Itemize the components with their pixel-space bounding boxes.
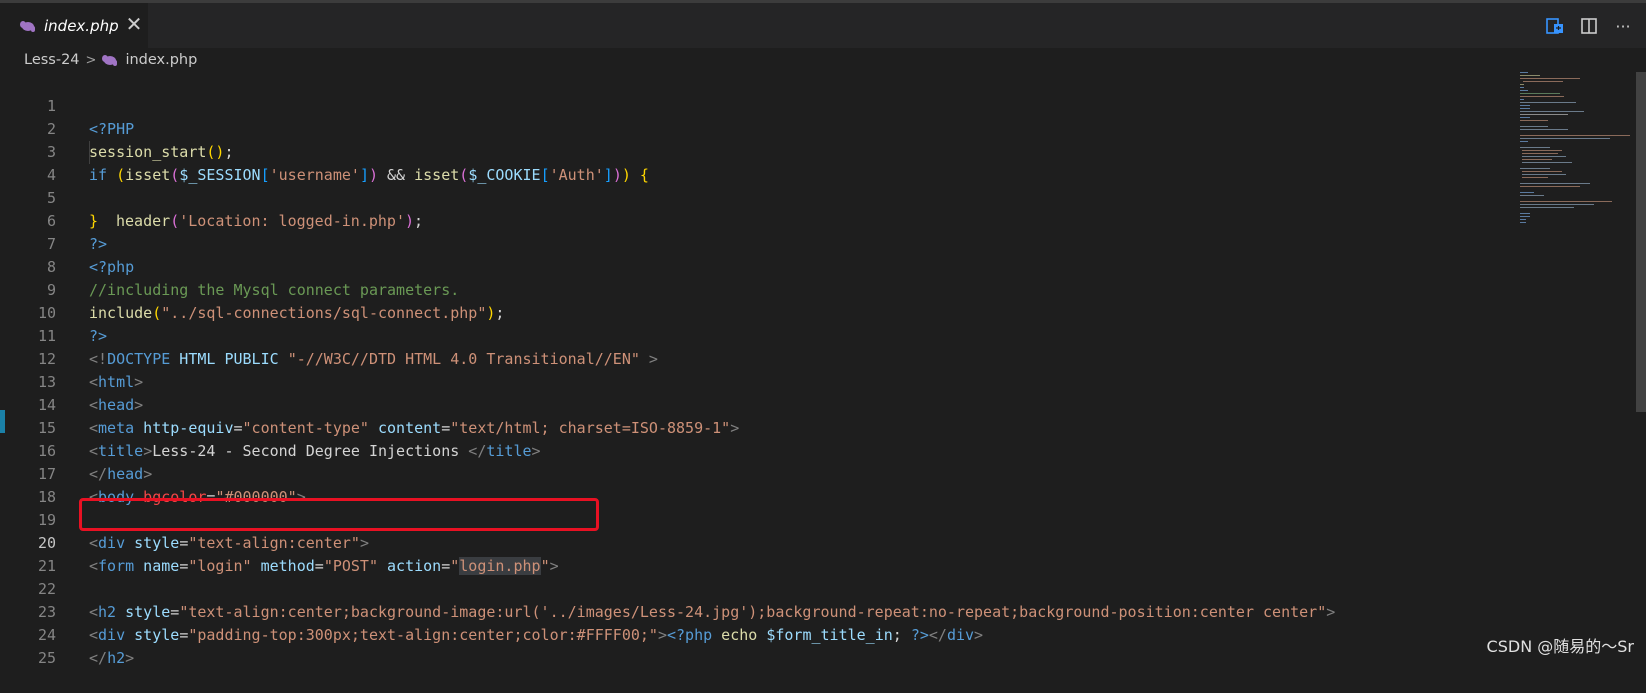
code-line: 8 //including the Mysql connect paramete… — [0, 233, 1540, 299]
minimap[interactable] — [1520, 72, 1640, 272]
code-line: 3 if (isset($_SESSION['username']) && is… — [0, 118, 1540, 184]
tab-title: index.php — [44, 16, 119, 35]
code-line: 25 — [0, 624, 1540, 667]
code-line: 1 <?PHP — [0, 72, 1540, 138]
tag-bracket: </ — [89, 649, 108, 667]
code-line: 4 header('Location: logged-in.php'); — [0, 141, 1540, 230]
line-number: 25 — [37, 649, 56, 667]
breadcrumb: Less-24 > index.php — [0, 48, 1646, 72]
code-editor[interactable]: 1 <?PHP 2 session_start(); 3 if (isset($… — [0, 72, 1646, 669]
breadcrumb-file[interactable]: index.php — [125, 52, 197, 68]
code-line: 21 — [0, 532, 1540, 575]
tag-bracket: > — [125, 649, 135, 667]
code-line: 10 ?> — [0, 279, 1540, 345]
chevron-right-icon: > — [85, 52, 97, 68]
editor-actions: ··· — [1544, 13, 1634, 39]
vertical-scrollbar[interactable] — [1636, 72, 1646, 412]
code-line: 7 <?php — [0, 210, 1540, 276]
code-line: 12 <html> — [0, 325, 1540, 391]
code-line: 22 <h2 style="text-align:center;backgrou… — [0, 555, 1540, 621]
code-line: 18 — [0, 463, 1540, 506]
code-line: 6 ?> — [0, 187, 1540, 253]
code-line: 2 session_start(); — [0, 95, 1540, 161]
code-line: 11 <!DOCTYPE HTML PUBLIC "-//W3C//DTD HT… — [0, 302, 1540, 368]
highlight-annotation-box — [79, 498, 599, 531]
more-actions-icon[interactable]: ··· — [1612, 15, 1634, 37]
code-line: 9 include("../sql-connections/sql-connec… — [0, 256, 1540, 322]
tab-index-php[interactable]: index.php ✕ — [0, 3, 148, 48]
open-changes-icon[interactable] — [1544, 15, 1566, 37]
breadcrumb-folder[interactable]: Less-24 — [24, 52, 80, 68]
php-elephant-icon — [102, 54, 120, 66]
code-line: 14 <meta http-equiv="content-type" conte… — [0, 371, 1540, 437]
php-elephant-icon — [20, 20, 38, 32]
indent-guide — [89, 141, 90, 164]
close-icon[interactable]: ✕ — [124, 14, 144, 34]
code-line: 23 <div style="padding-top:300px;text-al… — [0, 578, 1540, 644]
split-editor-icon[interactable] — [1578, 15, 1600, 37]
code-line: 13 <head> — [0, 348, 1540, 414]
code-line: 15 <title>Less-24 - Second Degree Inject… — [0, 394, 1540, 460]
code-line: 16 </head> — [0, 417, 1540, 483]
code-line: 24 </h2> — [0, 601, 1540, 667]
editor-tab-bar: index.php ✕ ··· — [0, 0, 1646, 48]
code-line: 5 } — [0, 164, 1540, 230]
watermark: CSDN @随易的～Sr — [1486, 637, 1634, 656]
code-line: 17 <body bgcolor="#000000"> — [0, 440, 1540, 506]
tag-name: h2 — [107, 649, 126, 667]
